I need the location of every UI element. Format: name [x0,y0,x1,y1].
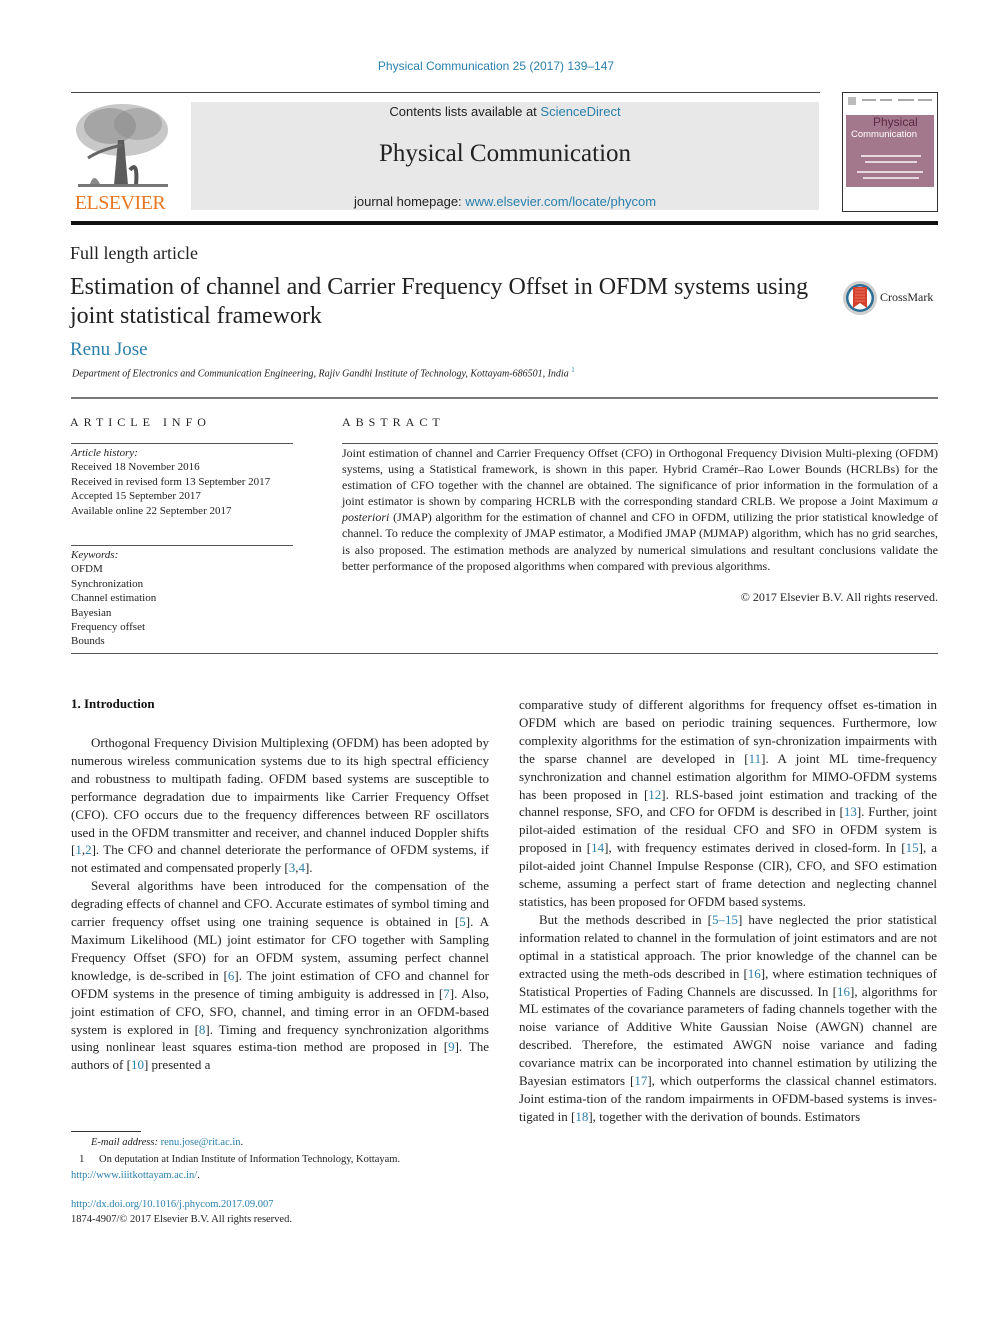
homepage-prefix: journal homepage: [353,194,466,209]
cover-title-line2: Communication [851,129,917,140]
citation-link[interactable]: 9 [448,1039,455,1054]
author-affiliation: Department of Electronics and Communicat… [72,366,575,379]
email-footnote: E-mail address: renu.jose@rit.ac.in. [91,1137,244,1148]
journal-homepage-link[interactable]: www.elsevier.com/locate/phycom [465,194,656,209]
article-info-heading: ARTICLE INFO [70,415,211,429]
paragraph-continued: comparative study of different algorithm… [519,697,937,909]
keyword: OFDM [71,563,103,576]
journal-reference-link[interactable]: Physical Communication 25 (2017) 139–147 [0,59,992,73]
abstract-copyright: © 2017 Elsevier B.V. All rights reserved… [740,590,938,604]
crossmark-button[interactable]: CrossMark [842,280,942,316]
affiliation-text: Department of Electronics and Communicat… [72,368,569,380]
title-divider [71,397,938,399]
paragraph: Orthogonal Frequency Division Multiplexi… [71,735,489,876]
article-history: Article history: Received 18 November 20… [71,446,291,518]
info-divider [71,443,293,444]
citation-link[interactable]: 17 [634,1073,647,1088]
citation-link[interactable]: 3 [289,860,296,875]
citation-link[interactable]: 13 [844,804,857,819]
iiit-kottayam-link[interactable]: http://www.iiitkottayam.ac.in/ [71,1170,197,1181]
footnote-link-line: http://www.iiitkottayam.ac.in/. [71,1170,200,1181]
cover-title-line1: Physical [873,115,918,129]
body-column-left: Orthogonal Frequency Division Multiplexi… [71,734,489,1074]
cover-header-bar [846,97,934,105]
homepage-line: journal homepage: www.elsevier.com/locat… [191,194,819,209]
citation-link[interactable]: 10 [131,1057,144,1072]
citation-link[interactable]: 5 [459,914,466,929]
history-received: Received 18 November 2016 [71,461,200,474]
citation-link[interactable]: 1 [75,842,82,857]
citation-link[interactable]: 16 [748,966,761,981]
citation-link[interactable]: 16 [837,984,850,999]
front-matter-divider [71,653,938,654]
keywords-label: Keywords: [71,549,119,561]
citation-link[interactable]: 6 [228,968,235,983]
header-rule [71,92,820,93]
elsevier-tree-icon [70,100,170,190]
citation-link[interactable]: 15 [906,840,919,855]
paragraph: But the methods described in [5–15] have… [519,911,937,1124]
article-title: Estimation of channel and Carrier Freque… [70,274,809,329]
history-label: Article history: [71,447,138,459]
history-revised: Received in revised form 13 September 20… [71,475,271,488]
abstract-text: Joint estimation of channel and Carrier … [342,445,938,574]
article-type: Full length article [70,243,198,263]
affiliation-footnote: 1 On deputation at Indian Institute of In… [71,1151,491,1168]
sciencedirect-link[interactable]: ScienceDirect [540,104,620,119]
abstract-heading: ABSTRACT [342,415,445,429]
keyword: Frequency offset [71,621,146,634]
keyword: Bounds [71,635,105,648]
footnote-rule [71,1131,141,1132]
elsevier-logo[interactable]: ELSEVIER [70,100,170,214]
history-online: Available online 22 September 2017 [71,504,232,517]
body-column-right: comparative study of different algorithm… [519,696,937,1126]
citation-link[interactable]: 14 [591,840,604,855]
citation-link[interactable]: 7 [443,986,450,1001]
crossmark-label: CrossMark [880,290,934,304]
author-name-link[interactable]: Renu Jose [70,339,148,361]
header-thick-rule [71,221,938,225]
keyword: Synchronization [71,577,144,590]
contents-line: Contents lists available at ScienceDirec… [191,104,819,119]
citation-link[interactable]: 5–15 [712,912,738,927]
issn-copyright: 1874-4907/© 2017 Elsevier B.V. All right… [71,1214,292,1225]
citation-link[interactable]: 4 [298,860,305,875]
keywords-divider [71,545,293,546]
footnote-text: On deputation at Indian Institute of Inf… [99,1154,401,1165]
citation-link[interactable]: 12 [648,787,661,802]
footnotes: E-mail address: renu.jose@rit.ac.in. 1 On… [71,1135,491,1184]
email-label: E-mail address: [91,1137,158,1148]
keyword: Channel estimation [71,592,157,605]
affiliation-footnote-link[interactable]: 1 [571,366,575,374]
paragraph: Several algorithms have been introduced … [71,878,490,1073]
keyword: Bayesian [71,606,112,619]
abstract-text-part: Joint estimation of channel and Carrier … [342,446,938,509]
abstract-text-part: (JMAP) algorithm for the estimation of c… [342,510,938,573]
citation-link[interactable]: 8 [199,1022,206,1037]
citation-link[interactable]: 18 [575,1109,588,1124]
citation-link[interactable]: 2 [85,842,92,857]
section-heading-introduction: 1. Introduction [71,696,155,711]
abstract-divider [342,443,938,444]
journal-masthead: Contents lists available at ScienceDirec… [191,102,819,210]
contents-prefix: Contents lists available at [389,104,541,119]
citation-link[interactable]: 11 [749,751,762,766]
crossmark-icon [843,281,877,315]
elsevier-wordmark: ELSEVIER [74,192,166,214]
footnote-number: 1 [79,1153,85,1165]
email-link[interactable]: renu.jose@rit.ac.in [161,1137,241,1148]
journal-cover-thumbnail[interactable]: Physical Communication [842,92,938,212]
journal-title: Physical Communication [378,140,632,167]
keywords-list: Keywords: OFDM Synchronization Channel e… [71,548,291,649]
doi-link[interactable]: http://dx.doi.org/10.1016/j.phycom.2017.… [71,1199,274,1210]
history-accepted: Accepted 15 September 2017 [71,490,201,503]
doi-block: http://dx.doi.org/10.1016/j.phycom.2017.… [71,1197,292,1227]
